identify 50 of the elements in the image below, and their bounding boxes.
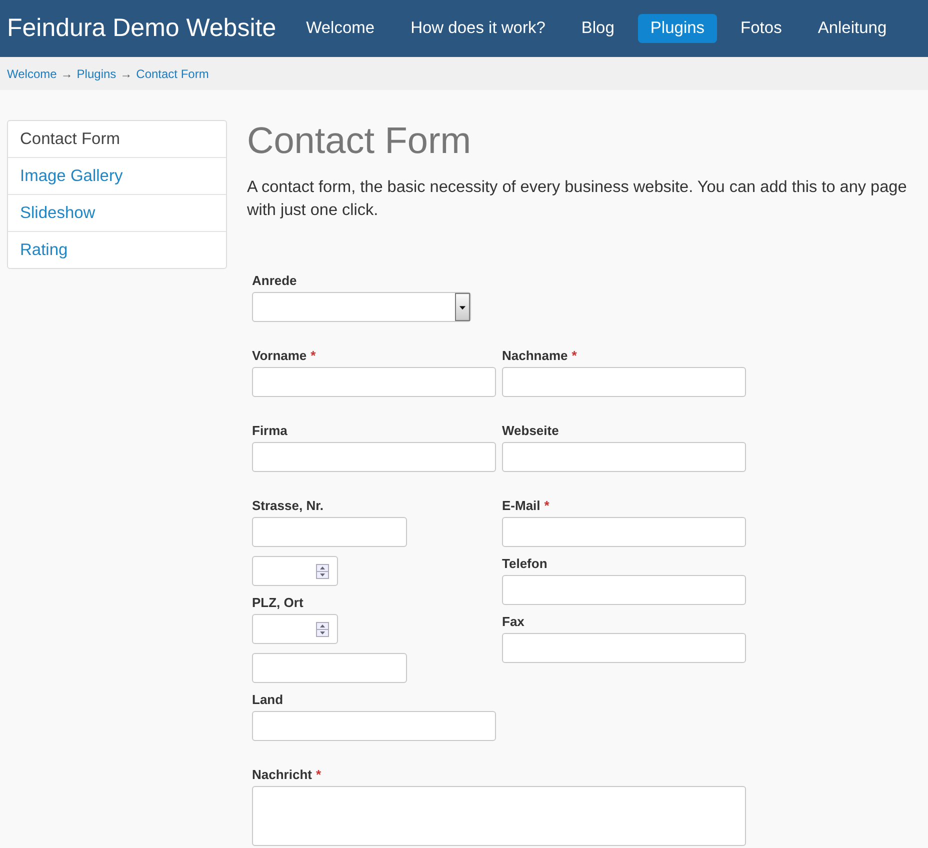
input-field[interactable] (252, 711, 496, 741)
nav-link[interactable]: Plugins (638, 14, 717, 43)
required-mark: * (316, 767, 322, 782)
input-field[interactable] (502, 517, 746, 547)
breadcrumb-link[interactable]: Contact Form (136, 66, 209, 80)
select-field[interactable] (252, 292, 471, 322)
sidebar-item[interactable]: Image Gallery (8, 157, 226, 194)
field-label: Webseite (502, 423, 559, 438)
nav-link[interactable]: How does it work? (398, 14, 558, 43)
nav-link[interactable]: Anleitung (806, 14, 899, 43)
field-label: E-Mail (502, 498, 540, 513)
site-title: Feindura Demo Website (7, 14, 276, 43)
intro-text: A contact form, the basic necessity of every business website. You can add this to any page with just one click. (247, 177, 908, 221)
field-label: Firma (252, 423, 288, 438)
field-label: Land (252, 692, 284, 707)
nav-link[interactable]: Fotos (728, 14, 794, 43)
separator-arrow: → (60, 66, 73, 80)
input-field[interactable] (252, 442, 496, 472)
input-field[interactable] (502, 575, 746, 605)
field-label: Vorname (252, 348, 307, 363)
sidebar-item[interactable]: Rating (8, 231, 226, 268)
field-label: Anrede (252, 273, 297, 288)
spinner-arrows-icon (316, 622, 329, 637)
sidebar-item[interactable]: Slideshow (8, 194, 226, 231)
required-mark: * (572, 348, 577, 363)
field-label: Strasse, Nr. (252, 498, 324, 513)
required-mark: * (310, 348, 316, 363)
field-label: Nachname (502, 348, 568, 363)
nav-link[interactable]: Blog (569, 14, 626, 43)
nav-link[interactable]: Welcome (294, 14, 387, 43)
field-label: Telefon (502, 556, 548, 571)
input-field[interactable] (502, 442, 746, 472)
input-field[interactable] (252, 517, 407, 547)
field-label: PLZ, Ort (252, 595, 304, 610)
input-field[interactable] (502, 633, 746, 663)
field-label: Fax (502, 614, 524, 629)
input-field[interactable] (502, 367, 746, 397)
input-field[interactable] (252, 653, 407, 683)
input-field[interactable] (252, 367, 496, 397)
message-field[interactable] (252, 786, 746, 846)
breadcrumb-link[interactable]: Plugins (76, 66, 116, 80)
required-mark: * (544, 498, 550, 513)
number-field[interactable] (252, 556, 338, 586)
field-label: Nachricht (252, 767, 312, 782)
sidebar-item[interactable]: Contact Form (8, 121, 226, 157)
spinner-arrows-icon (316, 564, 329, 579)
number-field[interactable] (252, 614, 338, 644)
breadcrumb-link[interactable]: Welcome (7, 66, 57, 80)
page-title: Contact Form (247, 120, 472, 162)
separator-arrow: → (120, 66, 132, 80)
